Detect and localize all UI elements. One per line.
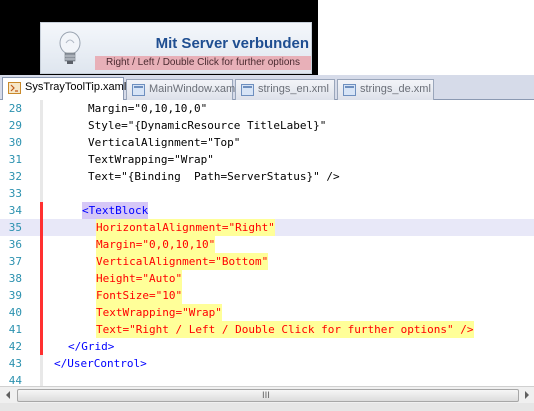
code-line: 39 FontSize="10": [0, 287, 534, 304]
line-number: 35: [8, 221, 22, 234]
tab-mainwindow[interactable]: MainWindow.xaml: [126, 79, 238, 100]
scroll-left-arrow-icon[interactable]: [1, 388, 16, 402]
line-number: 39: [8, 289, 22, 302]
line-number: 30: [8, 136, 22, 149]
code-line: 30 VerticalAlignment="Top": [0, 134, 534, 151]
code-text: VerticalAlignment="Top": [88, 136, 241, 149]
code-line: 37 VerticalAlignment="Bottom": [0, 253, 534, 270]
change-marker: [40, 151, 43, 168]
scrollbar-thumb[interactable]: III: [17, 389, 519, 402]
code-line-current: 35 HorizontalAlignment="Right": [0, 219, 534, 236]
code-text: TextWrapping="Wrap": [96, 304, 222, 321]
change-marker: [40, 270, 43, 287]
line-number: 43: [8, 357, 22, 370]
line-number: 33: [8, 187, 22, 200]
line-number: 38: [8, 272, 22, 285]
change-marker: [40, 338, 43, 355]
horizontal-scrollbar[interactable]: III: [0, 386, 534, 403]
code-line: 36 Margin="0,0,10,10": [0, 236, 534, 253]
desktop-background-right: [318, 0, 534, 75]
tab-label: SysTrayToolTip.xaml: [25, 81, 127, 93]
code-line: 32 Text="{Binding Path=ServerStatus}" />: [0, 168, 534, 185]
code-line: 40 TextWrapping="Wrap": [0, 304, 534, 321]
code-line: 31 TextWrapping="Wrap": [0, 151, 534, 168]
change-marker: [40, 236, 43, 253]
code-line: 38 Height="Auto": [0, 270, 534, 287]
status-strip: [0, 403, 534, 411]
tab-strings-de[interactable]: strings_de.xml: [337, 79, 434, 100]
xml-file-icon: [343, 84, 356, 96]
change-marker: [40, 185, 43, 202]
code-text: Margin="0,10,10,0": [88, 102, 208, 115]
code-line: 42 </Grid>: [0, 338, 534, 355]
tab-label: MainWindow.xaml: [149, 83, 238, 95]
document-tab-strip: SysTrayToolTip.xaml MainWindow.xaml stri…: [0, 75, 534, 101]
code-line: 28 Margin="0,10,10,0": [0, 100, 534, 117]
code-editor[interactable]: 28 Margin="0,10,10,0" 29 Style="{Dynamic…: [0, 100, 534, 389]
change-marker: [40, 321, 43, 338]
line-number: 28: [8, 102, 22, 115]
change-marker: [40, 219, 43, 236]
code-text: Style="{DynamicResource TitleLabel}": [88, 119, 327, 132]
code-text: Text="Right / Left / Double Click for fu…: [96, 321, 474, 338]
change-marker: [40, 168, 43, 185]
line-number: 32: [8, 170, 22, 183]
xaml-file-icon: [132, 84, 145, 96]
line-number: 42: [8, 340, 22, 353]
code-line: 43 </UserControl>: [0, 355, 534, 372]
line-number: 41: [8, 323, 22, 336]
tab-label: strings_de.xml: [360, 83, 431, 95]
code-text: Margin="0,0,10,10": [96, 236, 216, 253]
code-text: FontSize="10": [96, 287, 183, 304]
scrollbar-grip: III: [262, 391, 270, 401]
change-marker: [40, 100, 43, 117]
code-text: Height="Auto": [96, 270, 183, 287]
code-text: </UserControl>: [54, 357, 147, 370]
line-number: 36: [8, 238, 22, 251]
code-line: 33: [0, 185, 534, 202]
line-number: 37: [8, 255, 22, 268]
code-line: 29 Style="{DynamicResource TitleLabel}": [0, 117, 534, 134]
tab-strings-en[interactable]: strings_en.xml: [235, 79, 335, 100]
code-text: </Grid>: [68, 340, 115, 353]
tab-systraytooltip[interactable]: SysTrayToolTip.xaml: [2, 77, 127, 101]
code-text: VerticalAlignment="Bottom": [96, 253, 269, 270]
tab-label: strings_en.xml: [258, 83, 329, 95]
options-hint: Right / Left / Double Click for further …: [95, 56, 311, 70]
code-text: TextWrapping="Wrap": [88, 153, 214, 166]
xaml-file-icon: [8, 82, 21, 94]
tooltip-preview: Mit Server verbunden Right / Left / Doub…: [40, 22, 312, 74]
xml-file-icon: [241, 84, 254, 96]
code-line: 34 <TextBlock: [0, 202, 534, 219]
line-number: 31: [8, 153, 22, 166]
code-text: <TextBlock: [82, 202, 149, 219]
code-text: HorizontalAlignment="Right": [96, 219, 275, 236]
code-text: Text="{Binding Path=ServerStatus}" />: [88, 170, 340, 183]
change-marker: [40, 355, 43, 372]
change-marker: [40, 304, 43, 321]
change-marker: [40, 134, 43, 151]
line-number: 29: [8, 119, 22, 132]
change-marker: [40, 202, 43, 219]
line-number: 40: [8, 306, 22, 319]
server-status-title: Mit Server verbunden: [155, 35, 309, 52]
change-marker: [40, 117, 43, 134]
code-line: 41 Text="Right / Left / Double Click for…: [0, 321, 534, 338]
line-number: 34: [8, 204, 22, 217]
scroll-right-arrow-icon[interactable]: [520, 388, 534, 402]
change-marker: [40, 287, 43, 304]
lightbulb-icon: [59, 31, 81, 64]
change-marker: [40, 253, 43, 270]
